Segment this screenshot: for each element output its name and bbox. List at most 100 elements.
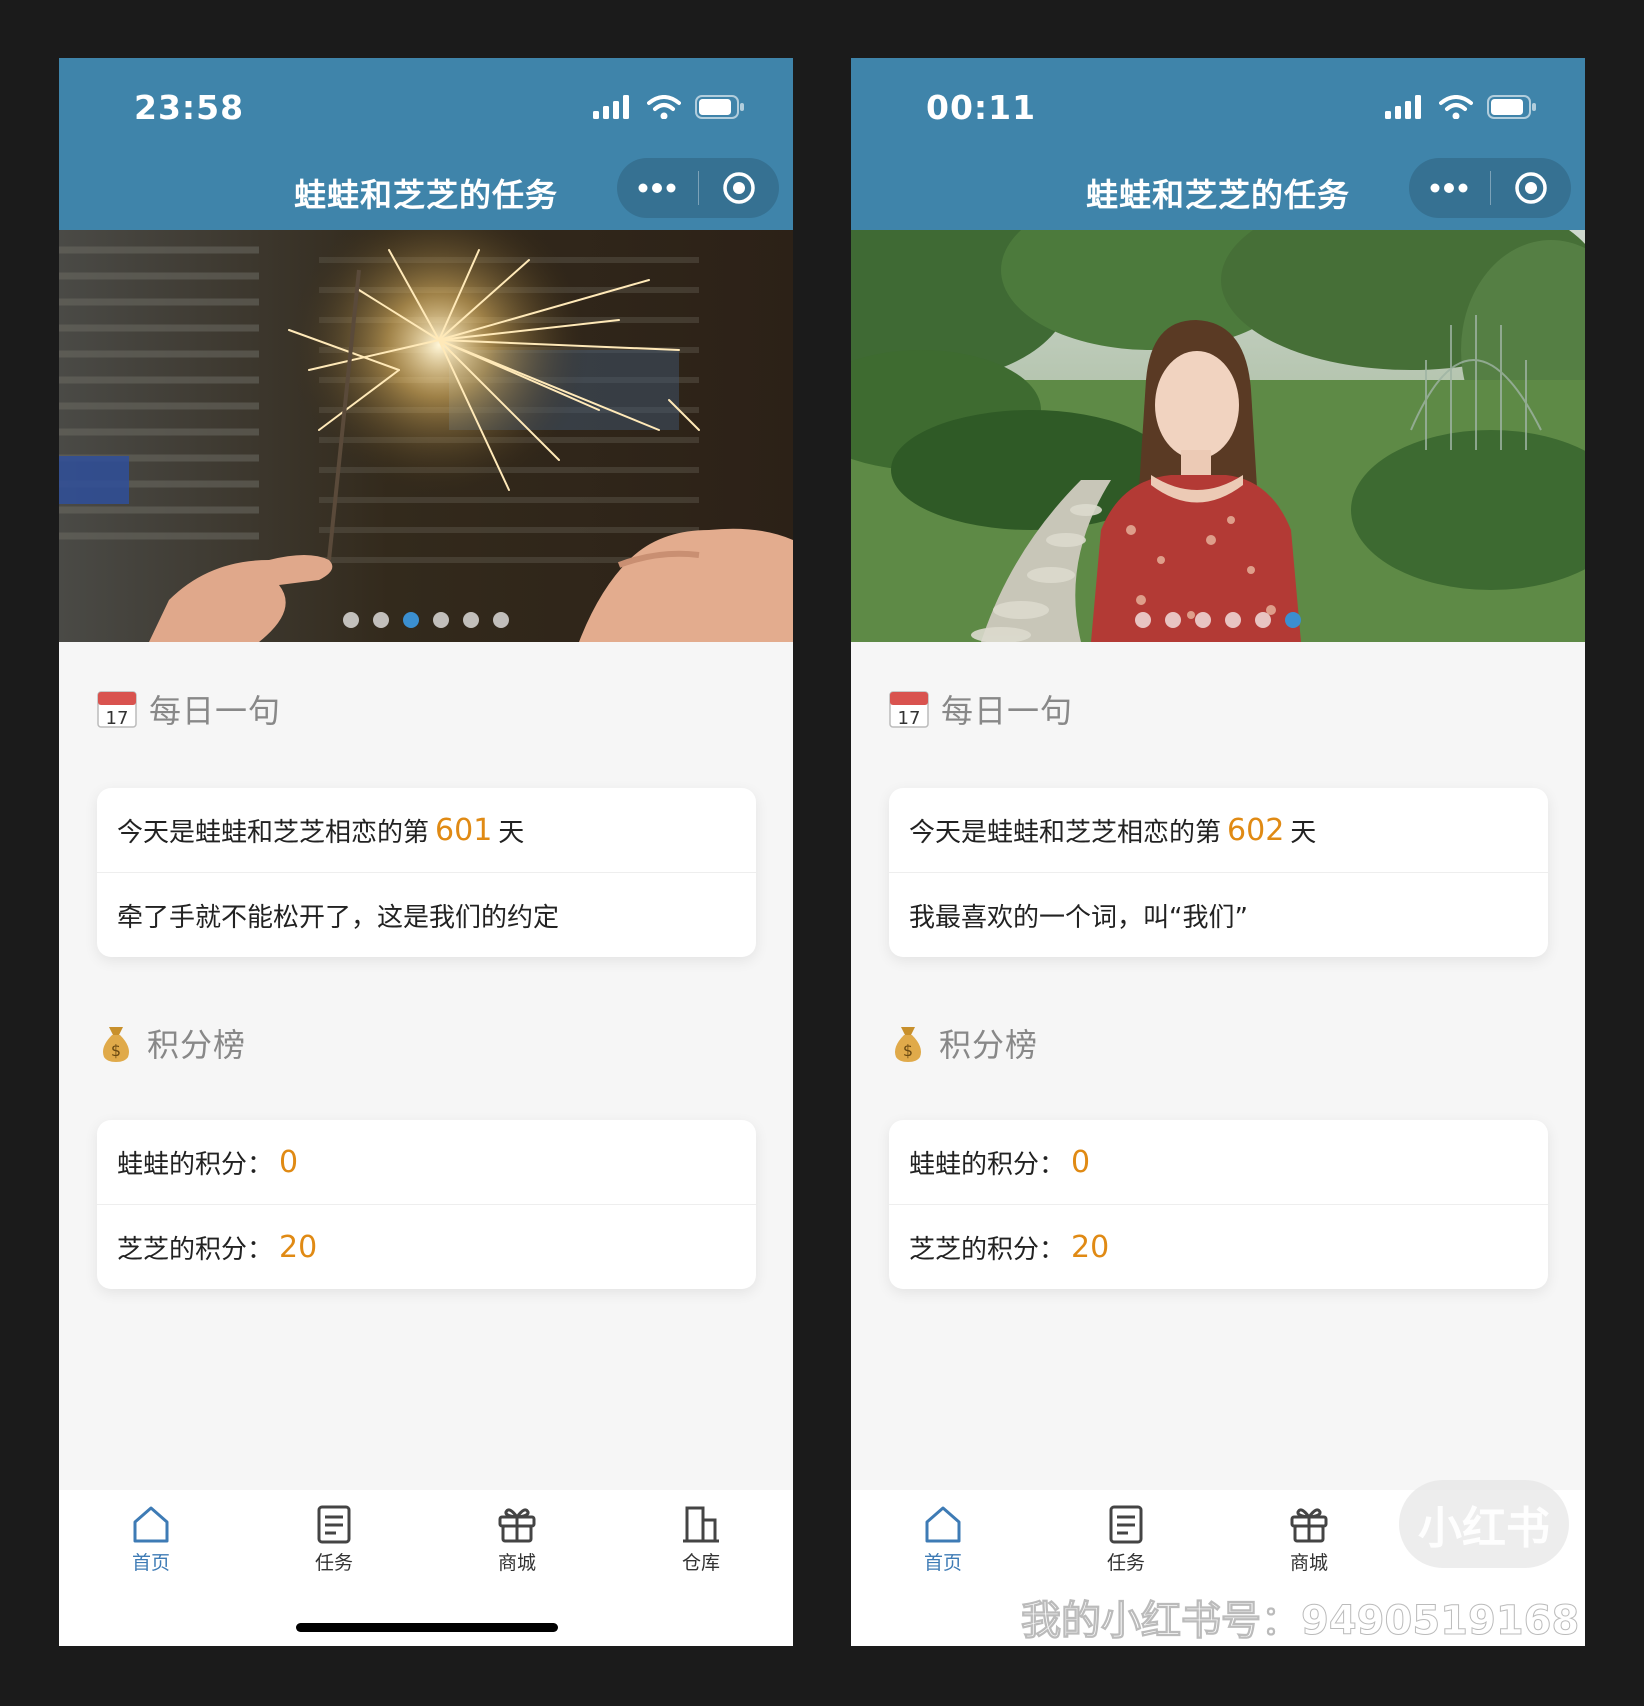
carousel-dot[interactable] [1165,612,1181,628]
more-button[interactable] [1409,158,1490,218]
tab-label: 任务 [1106,1552,1145,1574]
daily-quote-card: 今天是蛙蛙和芝芝相恋的第 601 天 牵了手就不能松开了，这是我们的约定 [97,788,756,957]
tab-tasks[interactable]: 任务 [274,1504,394,1575]
money-bag-icon: $ [103,1027,129,1062]
score-label: 蛙蛙的积分： [117,1149,274,1180]
tab-mall[interactable]: 商城 [1249,1504,1369,1575]
carousel-dot[interactable] [1195,612,1211,628]
love-days-count: 602 [1227,812,1285,848]
tab-bar: 首页 任务 商城 小红书 我的小红书号：9490519168 [851,1480,1585,1646]
status-time: 23:58 [134,88,245,127]
more-button[interactable] [617,158,698,218]
love-days-row: 今天是蛙蛙和芝芝相恋的第 602 天 [889,788,1548,872]
navigation-bar: 00:11 蛙蛙和芝芝的任务 [851,58,1585,230]
daily-quote-card: 今天是蛙蛙和芝芝相恋的第 602 天 我最喜欢的一个词，叫“我们” [889,788,1548,957]
tab-tasks[interactable]: 任务 [1066,1504,1186,1575]
tab-bar: 首页 任务 商城 仓库 [59,1490,793,1646]
svg-text:$: $ [111,1041,121,1060]
cellular-signal-icon [1385,95,1421,119]
banner-carousel[interactable] [851,230,1585,642]
watermark-text: 我的小红书号：9490519168 [1020,1598,1580,1645]
tab-label: 商城 [497,1552,536,1574]
carousel-dot[interactable] [1255,612,1271,628]
scoreboard-header: $ 积分榜 [889,1020,1038,1066]
svg-text:17: 17 [898,708,921,729]
carousel-dot[interactable] [1225,612,1241,628]
svg-text:17: 17 [106,708,129,729]
carousel-dot[interactable] [463,612,479,628]
score-label: 蛙蛙的积分： [909,1149,1066,1180]
daily-quote-text: 我最喜欢的一个词，叫“我们” [909,902,1248,933]
carousel-dot-active[interactable] [1285,612,1301,628]
target-icon [1515,172,1547,204]
score-label: 芝芝的积分： [117,1234,274,1265]
wifi-icon [647,95,681,119]
section-title: 积分榜 [147,1026,247,1064]
phone-screen-right: 00:11 蛙蛙和芝芝的任务 17 每日一句 今天是蛙蛙和芝芝相恋的第 602 … [851,58,1585,1646]
carousel-dot-active[interactable] [403,612,419,628]
tab-mall[interactable]: 商城 [457,1504,577,1575]
score-label: 芝芝的积分： [909,1234,1066,1265]
tab-warehouse[interactable]: 仓库 [641,1504,761,1575]
status-icons [1385,94,1537,120]
love-days-suffix: 天 [498,817,525,848]
section-title: 每日一句 [149,692,282,730]
watermark-logo: 小红书 [1399,1480,1569,1568]
carousel-indicator [851,612,1585,628]
status-time: 00:11 [926,88,1037,127]
quote-row: 牵了手就不能松开了，这是我们的约定 [97,872,756,957]
wifi-icon [1439,95,1473,119]
tab-home[interactable]: 首页 [883,1504,1003,1575]
money-bag-icon: $ [895,1027,921,1062]
tab-label: 首页 [923,1552,962,1574]
carousel-dot[interactable] [373,612,389,628]
close-target-button[interactable] [1491,158,1572,218]
love-days-row: 今天是蛙蛙和芝芝相恋的第 601 天 [97,788,756,872]
carousel-dot[interactable] [493,612,509,628]
tab-home[interactable]: 首页 [91,1504,211,1575]
tab-label: 仓库 [681,1552,720,1574]
score-row: 芝芝的积分： 20 [889,1204,1548,1289]
target-icon [723,172,755,204]
gift-icon [498,1508,536,1543]
love-days-suffix: 天 [1290,817,1317,848]
battery-icon [695,95,744,119]
carousel-dot[interactable] [1135,612,1151,628]
scoreboard-header: $ 积分榜 [97,1020,246,1066]
gift-icon [1290,1508,1328,1543]
carousel-dot[interactable] [433,612,449,628]
tab-label: 首页 [131,1552,170,1574]
quote-row: 我最喜欢的一个词，叫“我们” [889,872,1548,957]
battery-icon [1487,95,1536,119]
banner-photo-garden-portrait [851,230,1585,642]
score-row: 芝芝的积分： 20 [97,1204,756,1289]
mini-program-capsule [617,158,779,218]
score-value: 20 [1071,1229,1110,1265]
love-days-prefix: 今天是蛙蛙和芝芝相恋的第 [909,817,1222,848]
score-value: 0 [279,1144,299,1180]
score-value: 0 [1071,1144,1091,1180]
scoreboard-card: 蛙蛙的积分： 0 芝芝的积分： 20 [889,1120,1548,1289]
calendar-icon: 17 [97,691,137,729]
banner-carousel[interactable] [59,230,793,642]
cellular-signal-icon [593,95,629,119]
score-row: 蛙蛙的积分： 0 [97,1120,756,1204]
home-indicator[interactable] [296,1623,558,1632]
score-row: 蛙蛙的积分： 0 [889,1120,1548,1204]
daily-quote-header: 17 每日一句 [889,686,1073,732]
more-dots-icon [638,183,676,193]
task-icon [317,1505,351,1544]
carousel-indicator [59,612,793,628]
carousel-dot[interactable] [343,612,359,628]
tab-label: 商城 [1289,1552,1328,1574]
love-days-prefix: 今天是蛙蛙和芝芝相恋的第 [117,817,430,848]
section-title: 每日一句 [941,692,1074,730]
home-icon [925,1506,961,1543]
svg-text:$: $ [903,1041,913,1060]
warehouse-icon [683,1506,719,1543]
more-dots-icon [1430,183,1468,193]
love-days-count: 601 [435,812,493,848]
close-target-button[interactable] [699,158,780,218]
calendar-icon: 17 [889,691,929,729]
scoreboard-card: 蛙蛙的积分： 0 芝芝的积分： 20 [97,1120,756,1289]
